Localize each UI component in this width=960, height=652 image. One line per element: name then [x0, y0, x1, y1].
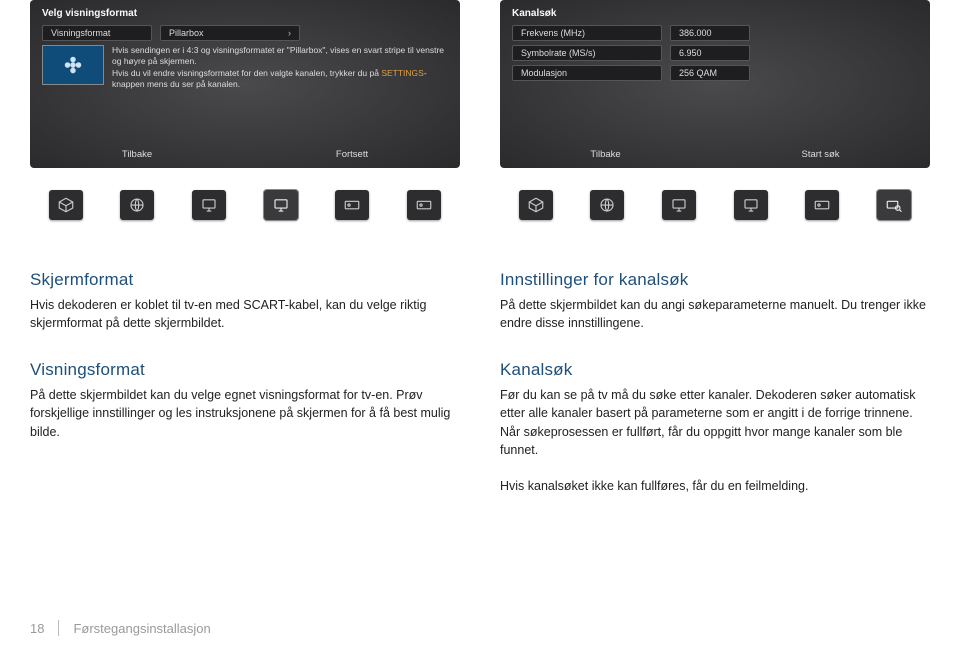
back-button[interactable]: Tilbake — [590, 149, 620, 160]
back-button[interactable]: Tilbake — [122, 149, 152, 160]
field-label: Visningsformat — [51, 28, 110, 38]
step-icons-right — [500, 180, 930, 230]
field-modulasjon[interactable]: Modulasjon — [512, 65, 662, 81]
preview-thumbnail — [42, 45, 104, 85]
footer-section-name: Førstegangsinstallasjon — [73, 621, 210, 636]
step-icons-left — [30, 180, 460, 230]
footer-divider — [58, 620, 59, 636]
section-visningsformat: Visningsformat På dette skjermbildet kan… — [30, 360, 460, 440]
box-icon — [49, 190, 83, 220]
globe-icon — [120, 190, 154, 220]
card-icon — [407, 190, 441, 220]
monitor-icon — [734, 190, 768, 220]
kanalsok-table: Frekvens (MHz) 386.000 Symbolrate (MS/s)… — [512, 25, 918, 81]
section-body: Før du kan se på tv må du søke etter kan… — [500, 386, 930, 495]
section-title: Skjermformat — [30, 270, 460, 290]
field-pillarbox[interactable]: Pillarbox › — [160, 25, 300, 41]
column-right: Innstillinger for kanalsøk På dette skje… — [500, 270, 930, 495]
panel-title: Kanalsøk — [512, 8, 918, 19]
section-innstillinger-kanalsok: Innstillinger for kanalsøk På dette skje… — [500, 270, 930, 332]
globe-icon — [590, 190, 624, 220]
column-left: Skjermformat Hvis dekoderen er koblet ti… — [30, 270, 460, 495]
section-body: Hvis dekoderen er koblet til tv-en med S… — [30, 296, 460, 332]
field-frekvens[interactable]: Frekvens (MHz) — [512, 25, 662, 41]
card-icon — [805, 190, 839, 220]
value-symbolrate: 6.950 — [670, 45, 750, 61]
page-footer: 18 Førstegangsinstallasjon — [30, 620, 211, 636]
section-title: Kanalsøk — [500, 360, 930, 380]
panel-kanalsok: Kanalsøk Frekvens (MHz) 386.000 Symbolra… — [500, 0, 930, 168]
field-value: Pillarbox — [169, 28, 204, 38]
chevron-right-icon: › — [288, 28, 291, 38]
monitor-icon — [662, 190, 696, 220]
panel-visningsformat: Velg visningsformat Visningsformat Pilla… — [30, 0, 460, 168]
settings-highlight: SETTINGS — [381, 68, 424, 78]
value-frekvens: 386.000 — [670, 25, 750, 41]
search-icon — [877, 190, 911, 220]
section-body: På dette skjermbildet kan du angi søkepa… — [500, 296, 930, 332]
field-visningsformat[interactable]: Visningsformat — [42, 25, 152, 41]
box-icon — [519, 190, 553, 220]
panel-description: Hvis sendingen er i 4:3 og visningsforma… — [112, 45, 448, 91]
panel-title: Velg visningsformat — [42, 8, 448, 19]
field-symbolrate[interactable]: Symbolrate (MS/s) — [512, 45, 662, 61]
section-kanalsok: Kanalsøk Før du kan se på tv må du søke … — [500, 360, 930, 495]
continue-button[interactable]: Fortsett — [336, 149, 368, 160]
section-skjermformat: Skjermformat Hvis dekoderen er koblet ti… — [30, 270, 460, 332]
monitor-icon — [264, 190, 298, 220]
section-title: Visningsformat — [30, 360, 460, 380]
monitor-icon — [192, 190, 226, 220]
value-modulasjon: 256 QAM — [670, 65, 750, 81]
card-icon — [335, 190, 369, 220]
section-body: På dette skjermbildet kan du velge egnet… — [30, 386, 460, 440]
section-title: Innstillinger for kanalsøk — [500, 270, 930, 290]
start-search-button[interactable]: Start søk — [802, 149, 840, 160]
page-number: 18 — [30, 621, 44, 636]
